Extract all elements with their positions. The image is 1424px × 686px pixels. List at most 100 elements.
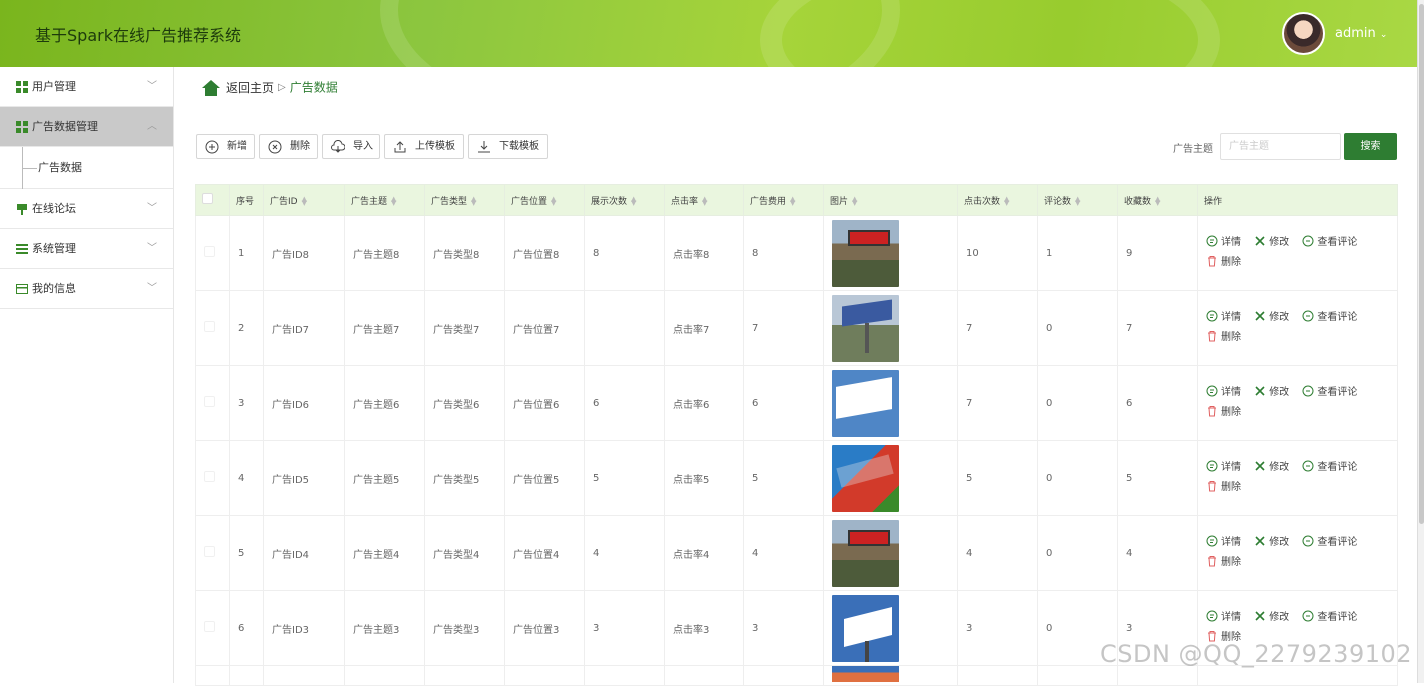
ad-image[interactable] [832, 219, 899, 287]
user-menu[interactable]: admin ⌄ [1335, 26, 1387, 41]
table-row[interactable]: 4 广告ID5 广告主题5 广告类型5 广告位置5 5 点击率5 5 5 0 5 详情 修改 查看评… [195, 440, 1398, 516]
edit-button[interactable]: 修改 [1254, 533, 1289, 553]
import-button[interactable]: 导入 [322, 134, 380, 159]
ad-image[interactable] [832, 519, 899, 587]
ad-image[interactable] [832, 444, 899, 512]
table-header-row: 序号 广告ID ▲ ▼ 广告主题 ▲ ▼ 广告类型 ▲ ▼ 广告位置 ▲ ▼ 展示次数 ▲ ▼ 点击… [195, 184, 1398, 216]
add-button[interactable]: 新增 [196, 134, 255, 159]
column-header-label: 序号 [236, 196, 255, 207]
sidebar-item-forum[interactable]: 在线论坛 ﹀ [0, 189, 173, 229]
delete-row-button[interactable]: 删除 [1206, 328, 1241, 348]
cell-clicks: 7 [957, 290, 1038, 366]
cell-clicks-value: 5 [966, 472, 973, 484]
ad-image[interactable] [832, 369, 899, 437]
row-checkbox[interactable] [204, 396, 215, 407]
cell-favorites-value: 5 [1126, 472, 1133, 484]
edit-button[interactable]: 修改 [1254, 308, 1289, 328]
select-all-cell [195, 184, 230, 216]
scrollbar-thumb[interactable] [1419, 4, 1424, 524]
sort-icon[interactable]: ▲ ▼ [391, 196, 396, 207]
row-checkbox[interactable] [204, 546, 215, 557]
column-header-sortable[interactable]: 点击次数 ▲ ▼ [957, 184, 1038, 216]
ad-image[interactable] [832, 666, 899, 682]
detail-button[interactable]: 详情 [1206, 233, 1241, 253]
delete-row-button[interactable]: 删除 [1206, 403, 1241, 423]
detail-button[interactable]: 详情 [1206, 458, 1241, 478]
delete-button[interactable]: 删除 [259, 134, 318, 159]
view-comments-button[interactable]: 查看评论 [1302, 458, 1357, 478]
table-row[interactable]: 1 广告ID8 广告主题8 广告类型8 广告位置8 8 点击率8 8 10 1 9 详情 修改 查看… [195, 215, 1398, 291]
cell-image [823, 440, 958, 516]
column-header-sortable[interactable]: 广告ID ▲ ▼ [263, 184, 345, 216]
view-comments-button[interactable]: 查看评论 [1302, 308, 1357, 328]
column-header-label: 收藏数 [1124, 196, 1152, 207]
sidebar-item-users[interactable]: 用户管理 ﹀ [0, 67, 173, 107]
cell-type-value: 广告类型6 [433, 399, 480, 411]
sort-icon[interactable]: ▲ ▼ [790, 196, 795, 207]
column-header-sortable[interactable]: 点击率 ▲ ▼ [664, 184, 744, 216]
delete-row-button[interactable]: 删除 [1206, 253, 1241, 273]
view-comments-button[interactable]: 查看评论 [1302, 233, 1357, 253]
download-template-button[interactable]: 下载模板 [468, 134, 548, 159]
cell-theme-value: 广告主题3 [353, 624, 400, 636]
sidebar-item-system[interactable]: 系统管理 ﹀ [0, 229, 173, 269]
column-header-sortable[interactable]: 广告位置 ▲ ▼ [504, 184, 585, 216]
table-row[interactable]: 5 广告ID4 广告主题4 广告类型4 广告位置4 4 点击率4 4 4 0 4 详情 修改 查看评… [195, 515, 1398, 591]
sort-icon[interactable]: ▲ ▼ [631, 196, 636, 207]
sidebar-item-profile[interactable]: 我的信息 ﹀ [0, 269, 173, 309]
sort-icon[interactable]: ▲ ▼ [551, 196, 556, 207]
table-row[interactable]: 3 广告ID6 广告主题6 广告类型6 广告位置6 6 点击率6 6 7 0 6 详情 修改 查看评… [195, 365, 1398, 441]
delete-row-button[interactable]: 删除 [1206, 553, 1241, 573]
view-comments-button[interactable]: 查看评论 [1302, 608, 1357, 628]
breadcrumb-current: 广告数据 [289, 80, 338, 95]
cell-type-value: 广告类型8 [433, 249, 480, 261]
delete-row-button[interactable]: 删除 [1206, 478, 1241, 498]
ad-image[interactable] [832, 294, 899, 362]
detail-button[interactable]: 详情 [1206, 308, 1241, 328]
detail-button[interactable]: 详情 [1206, 608, 1241, 628]
sort-icon[interactable]: ▲ ▼ [1004, 196, 1009, 207]
row-select-cell [195, 515, 230, 591]
sidebar-item-label: 我的信息 [32, 282, 76, 295]
sidebar-item-ad-data[interactable]: 广告数据管理 ︿ [0, 107, 173, 147]
cell-cost: 7 [743, 290, 824, 366]
sort-icon[interactable]: ▲ ▼ [1155, 196, 1160, 207]
column-header-sortable[interactable]: 展示次数 ▲ ▼ [584, 184, 665, 216]
edit-button[interactable]: 修改 [1254, 608, 1289, 628]
view-comments-button[interactable]: 查看评论 [1302, 383, 1357, 403]
column-header-sortable[interactable]: 广告费用 ▲ ▼ [743, 184, 824, 216]
edit-button[interactable]: 修改 [1254, 383, 1289, 403]
column-header-sortable[interactable]: 评论数 ▲ ▼ [1037, 184, 1118, 216]
row-checkbox[interactable] [204, 621, 215, 632]
sort-icon[interactable]: ▲ ▼ [1075, 196, 1080, 207]
avatar[interactable] [1282, 12, 1325, 55]
column-header-sortable[interactable]: 收藏数 ▲ ▼ [1117, 184, 1198, 216]
edit-button[interactable]: 修改 [1254, 458, 1289, 478]
search-input[interactable] [1220, 133, 1341, 160]
table-row[interactable]: 2 广告ID7 广告主题7 广告类型7 广告位置7 点击率7 7 7 0 7 详情 修改 查看评论… [195, 290, 1398, 366]
breadcrumb-home-link[interactable]: 返回主页 [226, 81, 274, 95]
row-checkbox[interactable] [204, 321, 215, 332]
sidebar-subitem-ad-data[interactable]: 广告数据 [0, 147, 173, 189]
view-comments-button[interactable]: 查看评论 [1302, 533, 1357, 553]
sort-icon[interactable]: ▲ ▼ [852, 196, 857, 207]
upload-template-button[interactable]: 上传模板 [384, 134, 464, 159]
column-header-label: 操作 [1204, 196, 1223, 207]
edit-button[interactable]: 修改 [1254, 233, 1289, 253]
column-header-sortable[interactable]: 图片 ▲ ▼ [823, 184, 958, 216]
select-all-checkbox[interactable] [202, 193, 213, 204]
sort-icon[interactable]: ▲ ▼ [471, 196, 476, 207]
detail-button[interactable]: 详情 [1206, 533, 1241, 553]
ad-image[interactable] [832, 594, 899, 662]
column-header-label: 点击率 [671, 196, 699, 207]
sort-icon[interactable]: ▲ ▼ [702, 196, 707, 207]
row-checkbox[interactable] [204, 471, 215, 482]
page-scrollbar[interactable] [1417, 0, 1424, 683]
sort-icon[interactable]: ▲ ▼ [302, 196, 307, 207]
column-header-sortable[interactable]: 广告主题 ▲ ▼ [344, 184, 425, 216]
home-icon[interactable] [202, 79, 220, 96]
detail-button[interactable]: 详情 [1206, 383, 1241, 403]
row-checkbox[interactable] [204, 246, 215, 257]
column-header-sortable[interactable]: 广告类型 ▲ ▼ [424, 184, 505, 216]
search-button[interactable]: 搜索 [1344, 133, 1397, 160]
